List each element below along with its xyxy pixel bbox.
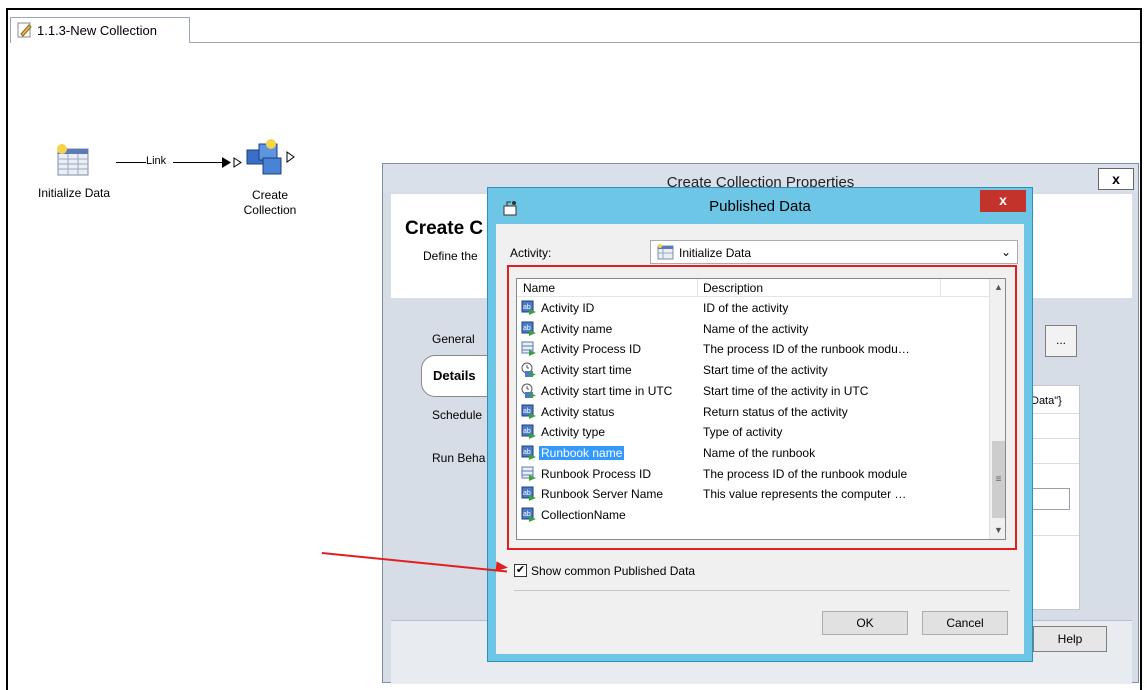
activity-select-value: Initialize Data	[679, 246, 752, 260]
published-data-title: Published Data	[709, 198, 811, 215]
tab-label: 1.1.3-New Collection	[37, 23, 157, 38]
annotation-arrow-head	[495, 561, 509, 573]
highlight-box	[507, 265, 1017, 550]
create-collection-label-line2: Collection	[243, 203, 297, 217]
create-collection-icon[interactable]	[245, 138, 301, 180]
help-button[interactable]: Help	[1033, 626, 1107, 652]
activity-select[interactable]: Initialize Data ⌄	[650, 240, 1018, 264]
activity-label: Activity:	[510, 246, 552, 260]
published-data-close-button[interactable]: x	[980, 190, 1026, 212]
field-divider	[1031, 535, 1079, 536]
cancel-button[interactable]: Cancel	[922, 611, 1008, 635]
browse-button[interactable]: ...	[1045, 325, 1077, 357]
initialize-data-label: Initialize Data	[38, 186, 111, 200]
create-collection-label: Create Collection	[222, 188, 318, 218]
initialize-data-icon[interactable]	[52, 143, 98, 179]
link-label[interactable]: Link	[146, 155, 167, 167]
value-input[interactable]	[1032, 488, 1070, 510]
nav-run-behavior[interactable]: Run Beha	[432, 451, 485, 465]
checkbox[interactable]: ✔	[514, 564, 527, 577]
checkbox-label: Show common Published Data	[531, 564, 696, 578]
properties-header-title: Create C	[405, 218, 484, 239]
link-arrow-icon	[222, 157, 242, 168]
ok-button[interactable]: OK	[822, 611, 908, 635]
tab-divider	[190, 42, 1140, 43]
tab-runbook[interactable]: 1.1.3-New Collection	[10, 17, 190, 43]
pencil-icon	[17, 22, 32, 38]
initialize-data-icon	[657, 244, 674, 260]
field-divider	[1031, 438, 1079, 439]
create-collection-label-line1: Create	[251, 188, 289, 202]
nav-details[interactable]: Details	[421, 355, 487, 397]
divider	[514, 590, 1010, 591]
field-divider	[1031, 463, 1079, 464]
link-line-right	[173, 162, 223, 163]
properties-close-button[interactable]: x	[1098, 168, 1134, 190]
link-line-left	[116, 162, 146, 163]
field-fragment: Data"}	[1031, 395, 1062, 407]
nav-general[interactable]: General	[432, 332, 475, 346]
field-divider	[1031, 413, 1079, 414]
chevron-down-icon[interactable]: ⌄	[1001, 245, 1011, 259]
properties-header-subtitle: Define the	[423, 249, 478, 263]
nav-schedule[interactable]: Schedule	[432, 408, 482, 422]
